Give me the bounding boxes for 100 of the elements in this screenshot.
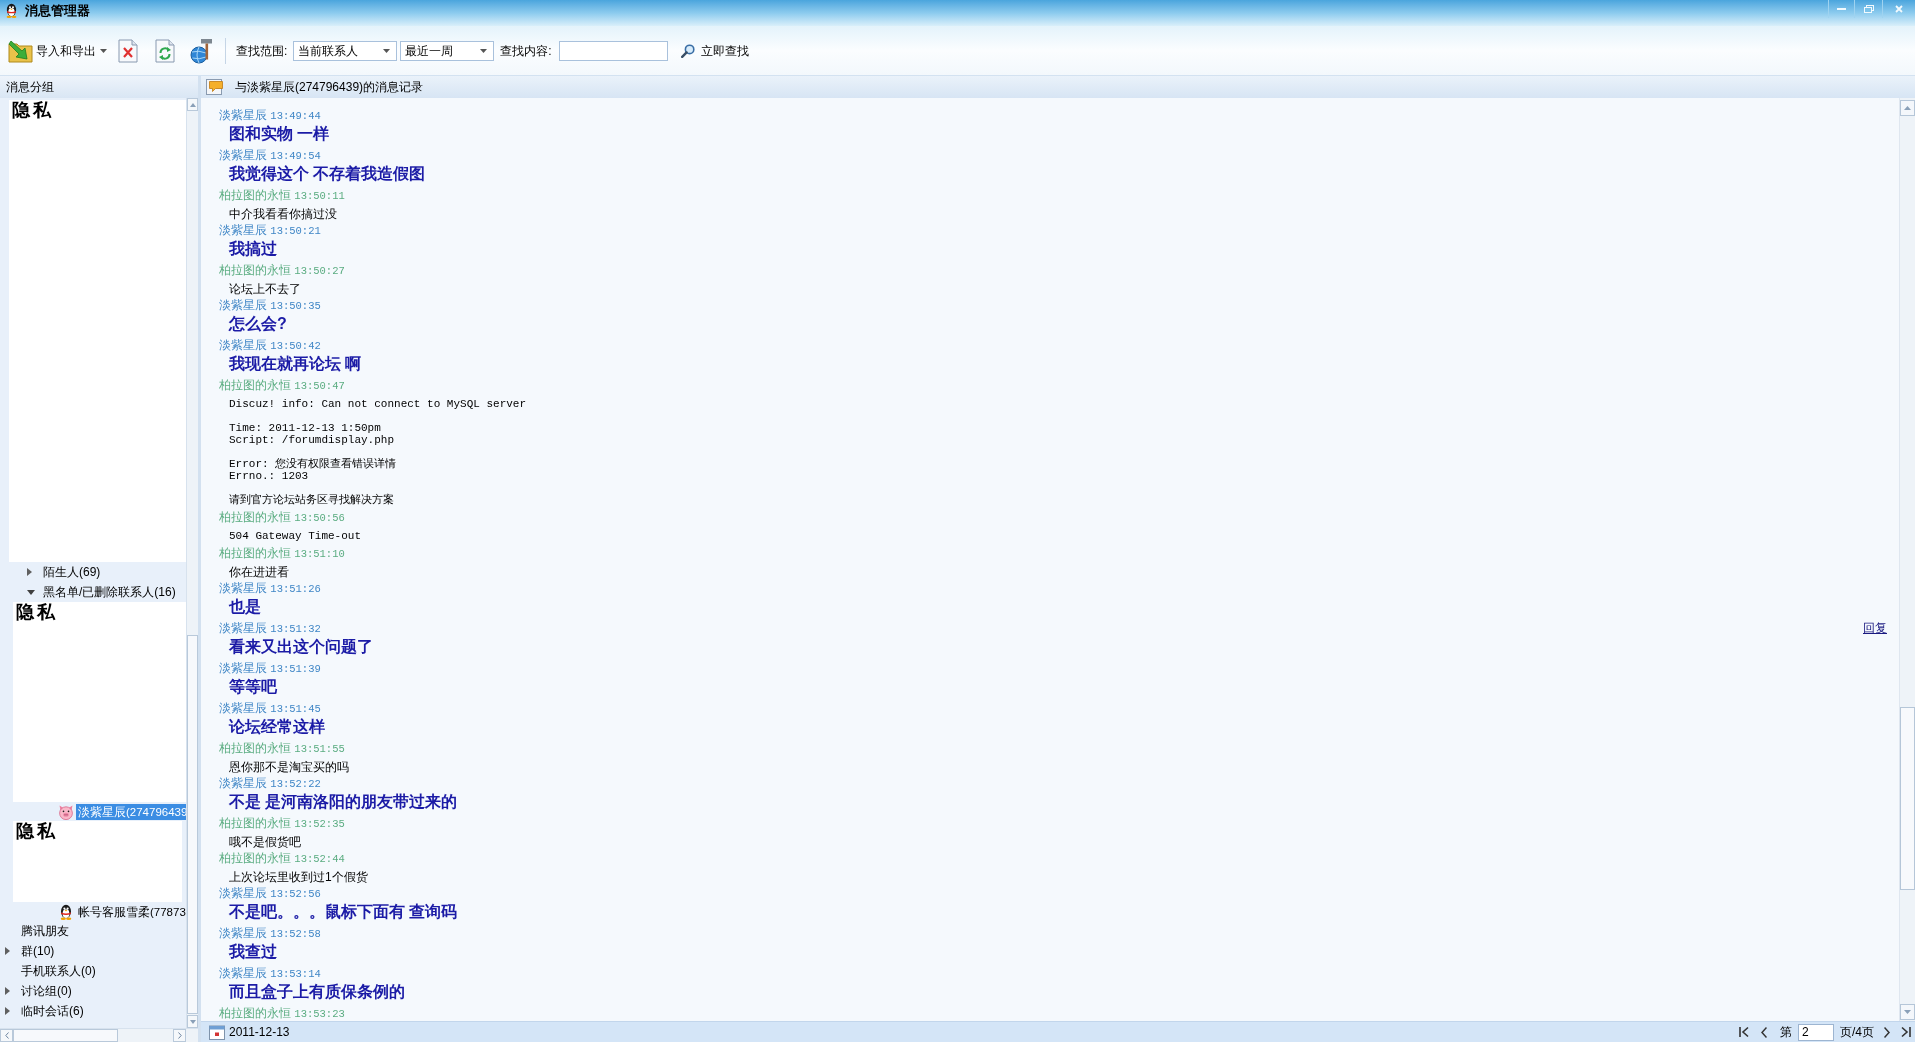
code-line: Time: 2011-12-13 1:50pm (229, 422, 381, 434)
caret-icon (480, 48, 488, 53)
chevron-right-bar-icon (1901, 1026, 1911, 1038)
message-header: 淡紫星辰 13:50:42 (219, 336, 321, 354)
message-header: 柏拉图的永恒 13:51:10 (219, 544, 345, 562)
tree-item[interactable]: 临时会话(6) (5, 1001, 84, 1021)
triangle-down-icon (1904, 1010, 1911, 1014)
calendar-icon (209, 1024, 225, 1040)
refresh-button[interactable] (152, 36, 178, 65)
message-header: 淡紫星辰 13:53:14 (219, 964, 321, 982)
chat-bubble-icon (206, 79, 224, 95)
message-text: 你在进进看 (229, 565, 289, 579)
scroll-up-button[interactable] (187, 98, 198, 111)
scope-dropdown[interactable]: 当前联系人 (293, 40, 398, 61)
message-header: 柏拉图的永恒 13:50:11 (219, 186, 345, 204)
document-cross-icon (118, 38, 138, 63)
panel-title: 消息分组 (6, 79, 54, 96)
minimize-icon (1837, 8, 1846, 10)
message-header: 柏拉图的永恒 13:52:44 (219, 849, 345, 867)
redaction-label: 隐私 (16, 602, 58, 622)
message-text: 图和实物 一样 (229, 125, 330, 142)
scrollbar-thumb[interactable] (1900, 707, 1915, 890)
previous-page-button[interactable] (1760, 1025, 1769, 1039)
scroll-right-button[interactable] (173, 1029, 186, 1042)
contact-item[interactable]: 帐号客服雪柔(77873 (76, 903, 186, 920)
chevron-left-icon (1761, 1026, 1768, 1038)
message-header: 淡紫星辰 13:50:21 (219, 221, 321, 239)
message-text: 中介我看看你搞过没 (229, 207, 337, 221)
message-header: 淡紫星辰 13:51:39 (219, 659, 321, 677)
close-icon (1895, 5, 1903, 13)
document-arrows-icon (155, 38, 175, 63)
folder-arrow-icon (8, 38, 34, 63)
tree-item[interactable]: 陌生人(69) (27, 562, 101, 582)
message-header: 柏拉图的永恒 13:50:47 (219, 376, 345, 394)
triangle-down-icon (189, 1019, 196, 1024)
message-text: 论坛经常这样 (229, 718, 325, 735)
pig-icon (58, 803, 74, 820)
bar-chevron-left-icon (1739, 1026, 1749, 1038)
scroll-down-button[interactable] (1900, 1004, 1915, 1020)
import-export-button[interactable]: 导入和导出 (6, 36, 109, 65)
scrollbar-thumb[interactable] (187, 635, 198, 1014)
page-input[interactable]: 2 (1798, 1023, 1834, 1041)
tree-item[interactable]: 手机联系人(0) (5, 961, 96, 981)
tree-item[interactable]: 黑名单/已删除联系人(16) (27, 582, 176, 602)
search-button[interactable]: 立即查找 (678, 39, 751, 62)
triangle-up-icon (189, 102, 196, 107)
message-text: 我搞过 (229, 240, 277, 257)
code-line: 504 Gateway Time-out (229, 530, 362, 542)
message-header: 柏拉图的永恒 13:50:27 (219, 261, 345, 279)
tools-button[interactable] (188, 36, 214, 65)
message-header: 淡紫星辰 13:49:44 (219, 106, 321, 124)
search-field[interactable] (558, 40, 668, 61)
message-header: 柏拉图的永恒 13:51:55 (219, 739, 345, 757)
message-header: 柏拉图的永恒 13:53:23 (219, 1004, 345, 1021)
message-text: 怎么会? (229, 315, 287, 332)
delete-button[interactable] (115, 36, 141, 65)
search-icon (680, 43, 695, 58)
message-header: 淡紫星辰 13:51:32 (219, 619, 321, 637)
message-text: 我现在就再论坛 啊 (229, 355, 362, 372)
message-text: 看来又出这个问题了 (229, 638, 373, 655)
redaction-label: 隐私 (16, 821, 58, 841)
penguin-icon (5, 3, 18, 18)
message-text: 也是 (229, 598, 261, 615)
message-text: 而且盒子上有质保条例的 (229, 983, 405, 1000)
chevron-right-icon (177, 1032, 182, 1039)
reply-link[interactable]: 回复 (1863, 620, 1887, 636)
window-title: 消息管理器 (25, 3, 90, 19)
scroll-down-button[interactable] (187, 1015, 198, 1028)
scrollbar-thumb[interactable] (13, 1029, 118, 1042)
chevron-right-icon (1883, 1026, 1890, 1038)
message-text: 恩你那不是淘宝买的吗 (229, 760, 349, 774)
message-header: 淡紫星辰 13:52:22 (219, 774, 321, 792)
page-count: 页/4页 (1840, 1024, 1874, 1041)
code-line: 请到官方论坛站务区寻找解决方案 (229, 494, 394, 506)
first-page-button[interactable] (1738, 1025, 1750, 1039)
message-header: 淡紫星辰 13:52:58 (219, 924, 321, 942)
period-dropdown[interactable]: 最近一周 (400, 40, 495, 61)
last-page-button[interactable] (1900, 1025, 1912, 1039)
caret-icon (383, 48, 391, 53)
code-line: Script: /forumdisplay.php (229, 434, 395, 446)
message-text: 哦不是假货吧 (229, 835, 301, 849)
message-text: 不是吧。。。鼠标下面有 查询码 (229, 903, 458, 920)
scroll-left-button[interactable] (0, 1029, 13, 1042)
tree-item[interactable]: 腾讯朋友 (5, 921, 69, 941)
chat-title: 与淡紫星辰(274796439)的消息记录 (235, 79, 424, 96)
code-line: Errno.: 1203 (229, 470, 309, 482)
globe-hammer-icon (189, 37, 213, 64)
scroll-up-button[interactable] (1900, 100, 1915, 116)
triangle-up-icon (1904, 106, 1911, 110)
content-label: 查找内容: (500, 42, 552, 60)
code-line: Discuz! info: Can not connect to MySQL server (229, 398, 527, 410)
message-text: 上次论坛里收到过1个假货 (229, 870, 368, 884)
next-page-button[interactable] (1882, 1025, 1891, 1039)
message-header: 淡紫星辰 13:49:54 (219, 146, 321, 164)
tree-item[interactable]: 讨论组(0) (5, 981, 72, 1001)
tree-item[interactable]: 群(10) (5, 941, 55, 961)
message-header: 淡紫星辰 13:50:35 (219, 296, 321, 314)
message-header: 淡紫星辰 13:51:45 (219, 699, 321, 717)
message-text: 我查过 (229, 943, 277, 960)
message-text: 不是 是河南洛阳的朋友带过来的 (229, 793, 458, 810)
